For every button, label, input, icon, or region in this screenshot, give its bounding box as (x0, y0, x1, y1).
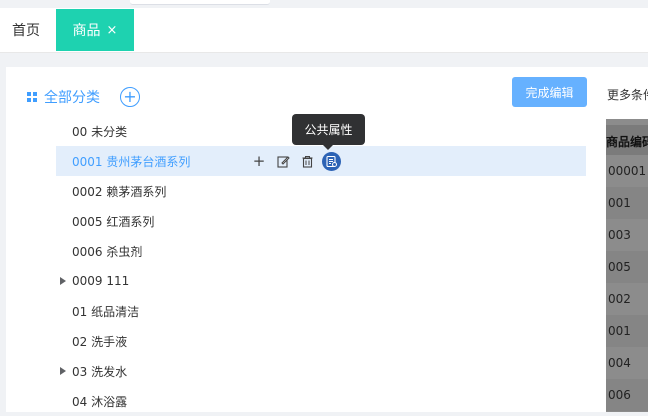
tree-node-label: 01 纸品清洁 (72, 304, 140, 319)
tree-node[interactable]: 0005 红酒系列 (56, 206, 586, 236)
table-cell: 001 (608, 324, 631, 338)
attribute-icon (326, 155, 337, 167)
public-attribute-button[interactable] (322, 151, 341, 171)
table-cell: 003 (608, 228, 631, 242)
tree-node-label: 02 洗手液 (72, 334, 128, 349)
table-row: 004 (606, 347, 648, 379)
table-row: 001 (606, 187, 648, 219)
tab-goods[interactable]: 商品 × (56, 9, 134, 51)
column-header-label: 商品编码 (606, 135, 648, 149)
table-row: 005 (606, 251, 648, 283)
tree-node[interactable]: 0009 111 (56, 266, 586, 296)
more-filters-link[interactable]: 更多条件 (607, 86, 648, 103)
tree-node-label: 04 沐浴露 (72, 394, 128, 409)
tree-node[interactable]: 03 洗发水 (56, 356, 586, 386)
tree-node[interactable]: 02 洗手液 (56, 326, 586, 356)
table-row: 00001 (606, 155, 648, 187)
table-cell: 001 (608, 196, 631, 210)
table-row: 002 (606, 283, 648, 315)
category-header: 全部分类 (27, 87, 100, 107)
tree-node-label: 0005 红酒系列 (72, 214, 155, 229)
table-cell: 00001 (608, 164, 647, 178)
caret-right-icon[interactable] (60, 367, 66, 375)
node-actions: + (250, 151, 347, 171)
table-cell: 002 (608, 292, 631, 306)
trash-icon (302, 155, 312, 168)
tree-node-label: 03 洗发水 (72, 364, 128, 379)
table-cell: 005 (608, 260, 631, 274)
tree-node[interactable]: 0006 杀虫剂 (56, 236, 586, 266)
tab-home[interactable]: 首页 (0, 9, 52, 51)
tree-node[interactable]: 01 纸品清洁 (56, 296, 586, 326)
add-category-button[interactable]: + (120, 87, 140, 107)
background-table-overlay: 更多条件 商品编码 00001 001 003 005 002 001 004 … (606, 67, 648, 412)
tab-bar: 首页 商品 × (0, 8, 648, 53)
tree-node-label: 0006 杀虫剂 (72, 244, 143, 259)
tree-node[interactable]: 0002 赖茅酒系列 (56, 176, 586, 206)
grid-icon (27, 91, 38, 103)
tree-node-label: 0002 赖茅酒系列 (72, 184, 167, 199)
edit-button[interactable] (274, 152, 292, 170)
category-title: 全部分类 (44, 90, 100, 106)
table-row: 006 (606, 379, 648, 411)
delete-button[interactable] (298, 152, 316, 170)
tree-node-label: 00 未分类 (72, 124, 128, 139)
table-row: 001 (606, 315, 648, 347)
tab-goods-label: 商品 (72, 23, 101, 39)
table-cell: 006 (608, 388, 631, 402)
plus-icon: + (252, 152, 266, 170)
edit-icon (276, 155, 290, 168)
category-tree: 00 未分类 0001 贵州茅台酒系列 + 0002 赖茅酒系列 0005 红酒… (56, 116, 586, 416)
plus-icon: + (123, 87, 137, 106)
table-row: 003 (606, 219, 648, 251)
top-input-edge (130, 0, 270, 5)
finish-edit-button[interactable]: 完成编辑 (512, 77, 587, 107)
filter-bar: 更多条件 (606, 67, 648, 119)
column-header-code: 商品编码 (606, 125, 648, 155)
tree-node-selected[interactable]: 0001 贵州茅台酒系列 + (56, 146, 586, 176)
tab-home-label: 首页 (12, 23, 40, 39)
tooltip-public-attribute: 公共属性 (292, 114, 365, 150)
table-cell: 004 (608, 356, 631, 370)
close-icon[interactable]: × (107, 23, 118, 38)
caret-right-icon[interactable] (60, 277, 66, 285)
tree-node-label: 0009 111 (72, 274, 130, 288)
add-child-button[interactable]: + (250, 152, 268, 170)
tree-node-label: 0001 贵州茅台酒系列 (72, 154, 191, 169)
top-strip (0, 0, 648, 8)
